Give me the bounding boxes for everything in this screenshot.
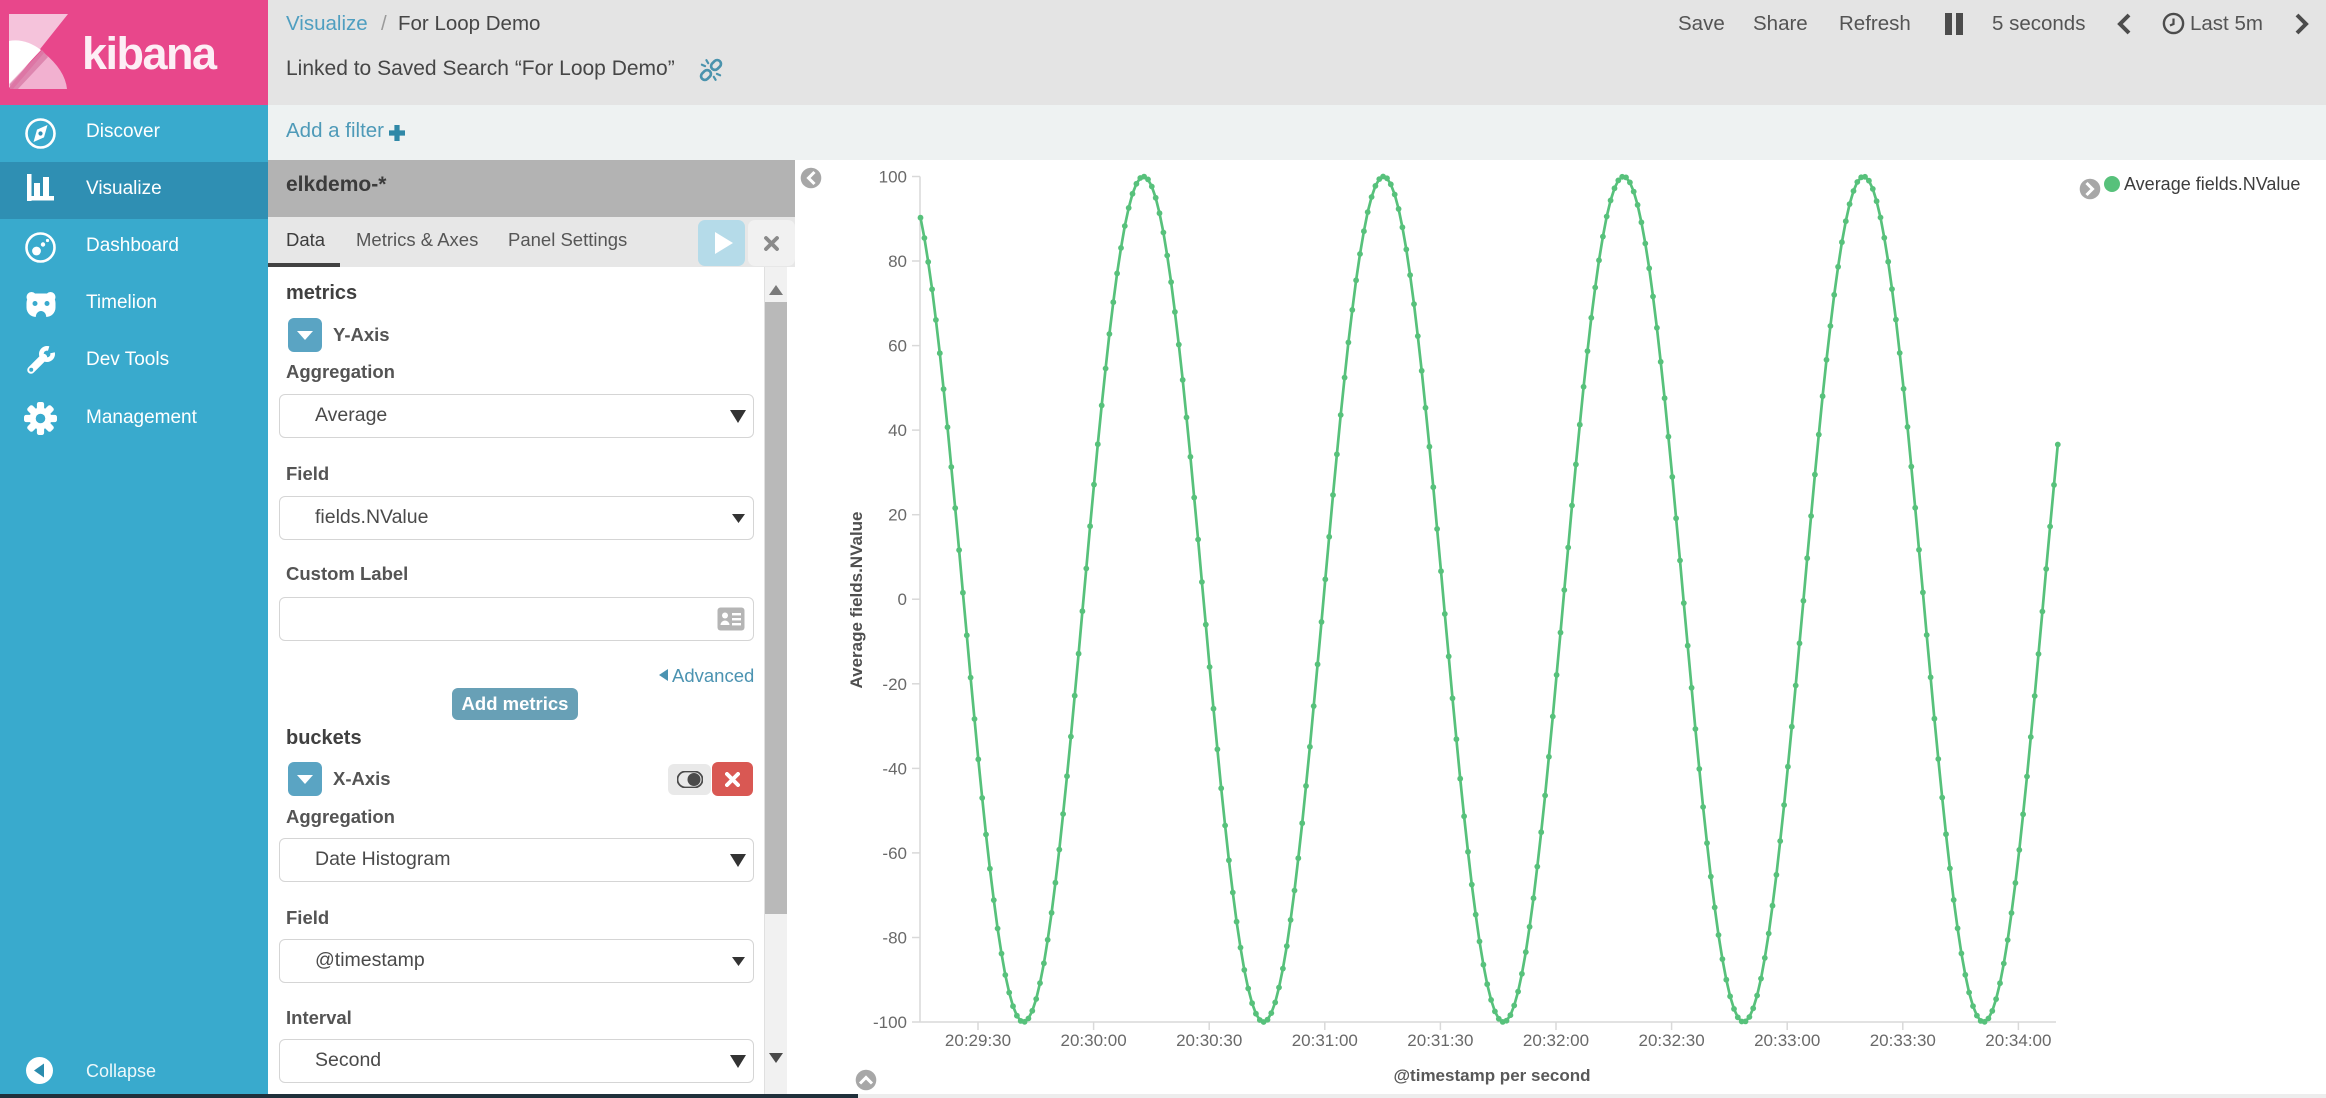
svg-text:20:29:30: 20:29:30 [945, 1031, 1011, 1050]
svg-text:20:32:30: 20:32:30 [1639, 1031, 1705, 1050]
svg-text:-60: -60 [882, 844, 907, 863]
svg-text:20:31:30: 20:31:30 [1407, 1031, 1473, 1050]
svg-text:80: 80 [888, 252, 907, 271]
svg-text:-40: -40 [882, 759, 907, 778]
svg-text:20:30:00: 20:30:00 [1061, 1031, 1127, 1050]
svg-text:20:31:00: 20:31:00 [1292, 1031, 1358, 1050]
svg-text:100: 100 [879, 168, 907, 187]
svg-text:Average fields.NValue: Average fields.NValue [847, 511, 866, 688]
svg-text:20:33:30: 20:33:30 [1870, 1031, 1936, 1050]
svg-text:Average fields.NValue: Average fields.NValue [2124, 174, 2300, 194]
svg-text:20: 20 [888, 506, 907, 525]
svg-text:40: 40 [888, 421, 907, 440]
svg-text:20:33:00: 20:33:00 [1754, 1031, 1820, 1050]
svg-text:20:32:00: 20:32:00 [1523, 1031, 1589, 1050]
svg-text:-100: -100 [873, 1013, 907, 1032]
svg-text:60: 60 [888, 337, 907, 356]
svg-text:-20: -20 [882, 675, 907, 694]
svg-text:-80: -80 [882, 929, 907, 948]
svg-text:20:30:30: 20:30:30 [1176, 1031, 1242, 1050]
svg-text:@timestamp per second: @timestamp per second [1393, 1066, 1590, 1085]
svg-text:20:34:00: 20:34:00 [1985, 1031, 2051, 1050]
svg-text:0: 0 [898, 590, 907, 609]
